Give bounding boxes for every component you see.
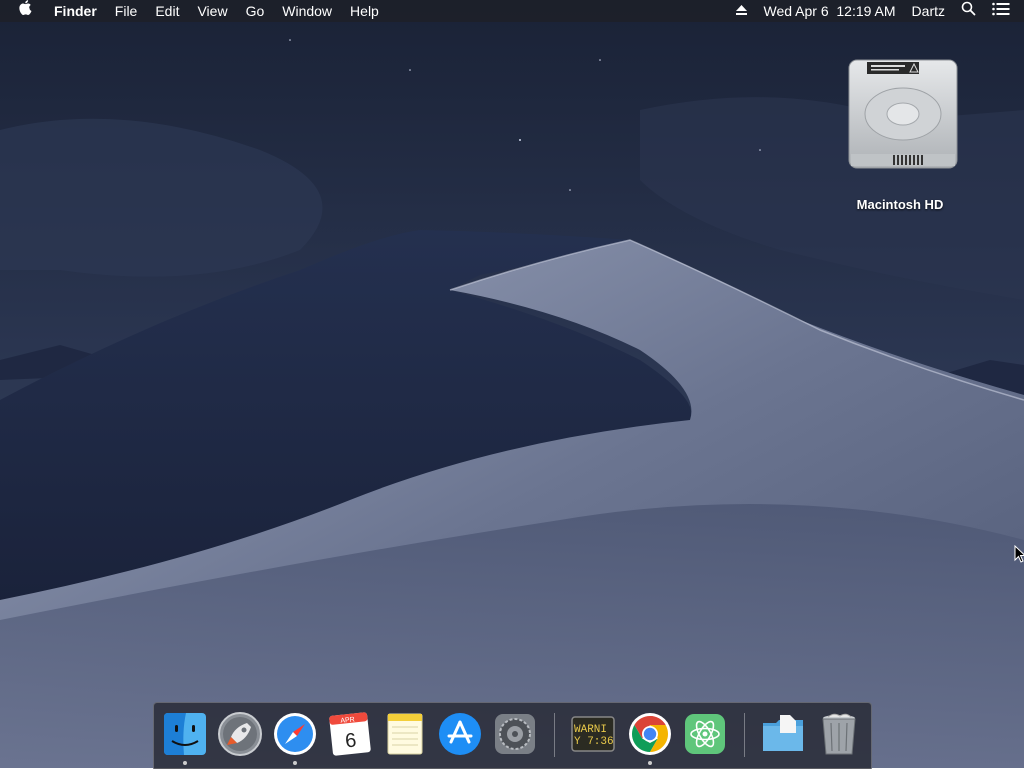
clock[interactable]: Wed Apr 6 12:19 AM: [756, 0, 904, 22]
eject-menu[interactable]: [727, 0, 756, 22]
dock-atom[interactable]: [682, 711, 728, 757]
notes-icon: [382, 711, 428, 757]
dock-notes[interactable]: [382, 711, 428, 757]
app-store-icon: [437, 711, 483, 757]
menu-help[interactable]: Help: [341, 0, 388, 22]
console-icon: WARNI Y 7:36: [570, 711, 616, 757]
atom-icon: [682, 711, 728, 757]
trash-icon: [816, 711, 862, 757]
notification-center-icon: [992, 2, 1010, 16]
menu-window[interactable]: Window: [273, 0, 341, 22]
status-area: Wed Apr 6 12:19 AM Dartz: [727, 0, 1024, 22]
launchpad-icon: [217, 711, 263, 757]
hard-drive-icon: [847, 56, 959, 174]
dock-launchpad[interactable]: [217, 711, 263, 757]
spotlight-search-icon: [961, 1, 976, 16]
menu-file[interactable]: File: [106, 0, 147, 22]
calendar-day: 6: [344, 729, 357, 752]
finder-icon: [162, 711, 208, 757]
chrome-icon: [627, 711, 673, 757]
disk-label: Macintosh HD: [838, 197, 962, 212]
dock-app-store[interactable]: [437, 711, 483, 757]
dock-system-preferences[interactable]: [492, 711, 538, 757]
dock-finder[interactable]: [162, 711, 208, 757]
dock-separator: [744, 713, 745, 757]
dock: APR 6 WARNI: [153, 702, 872, 769]
dock-calendar[interactable]: APR 6: [327, 711, 373, 757]
running-indicator: [183, 761, 187, 765]
running-indicator: [648, 761, 652, 765]
calendar-month: APR: [340, 716, 355, 724]
dock-chrome[interactable]: [627, 711, 673, 757]
app-menu-finder[interactable]: Finder: [45, 0, 106, 22]
user-menu[interactable]: Dartz: [904, 0, 953, 22]
mouse-pointer-icon: [1014, 545, 1024, 563]
menu-edit[interactable]: Edit: [146, 0, 188, 22]
notification-center-button[interactable]: [984, 0, 1024, 22]
console-line-2: Y 7:36: [574, 736, 614, 748]
running-indicator: [293, 761, 297, 765]
system-preferences-icon: [492, 711, 538, 757]
menu-bar: Finder File Edit View Go Window Help Wed…: [0, 0, 1024, 22]
menu-go[interactable]: Go: [237, 0, 274, 22]
dock-safari[interactable]: [272, 711, 318, 757]
apple-icon: [19, 0, 33, 16]
eject-icon: [735, 4, 748, 16]
console-line-1: WARNI: [574, 724, 607, 736]
dock-separator: [554, 713, 555, 757]
folder-icon: [760, 711, 806, 757]
calendar-icon: APR 6: [327, 711, 373, 757]
safari-icon: [272, 711, 318, 757]
dock-downloads-folder[interactable]: [760, 711, 806, 757]
macintosh-hd-desktop-item[interactable]: Macintosh HD: [838, 56, 962, 216]
dock-console[interactable]: WARNI Y 7:36: [570, 711, 616, 757]
dock-trash[interactable]: [816, 711, 862, 757]
menu-view[interactable]: View: [188, 0, 236, 22]
spotlight-button[interactable]: [953, 0, 984, 22]
apple-menu[interactable]: [0, 0, 45, 22]
